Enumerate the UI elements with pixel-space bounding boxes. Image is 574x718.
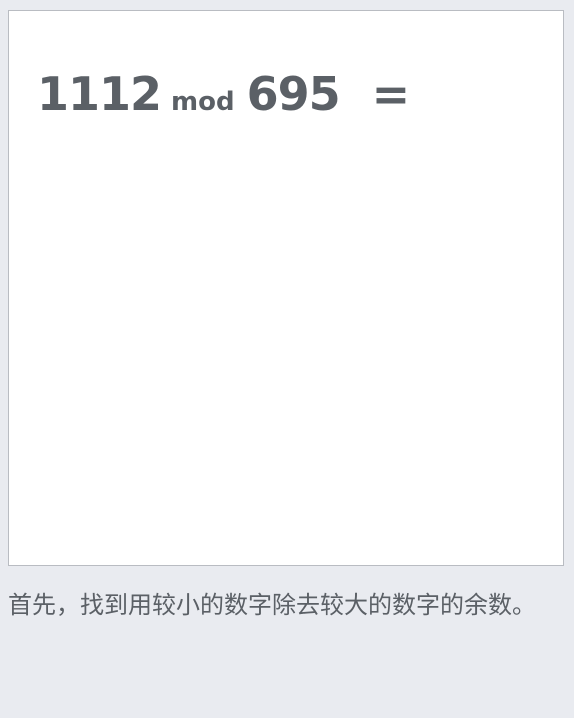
mod-operator: mod bbox=[171, 87, 235, 117]
problem-card: 1112 mod 695 = bbox=[8, 10, 564, 566]
dividend-number: 1112 bbox=[37, 67, 162, 121]
equals-sign: = bbox=[371, 67, 411, 121]
divisor-number: 695 bbox=[246, 67, 341, 121]
modulo-expression: 1112 mod 695 = bbox=[37, 67, 410, 127]
hint-text: 首先，找到用较小的数字除去较大的数字的余数。 bbox=[8, 591, 536, 619]
